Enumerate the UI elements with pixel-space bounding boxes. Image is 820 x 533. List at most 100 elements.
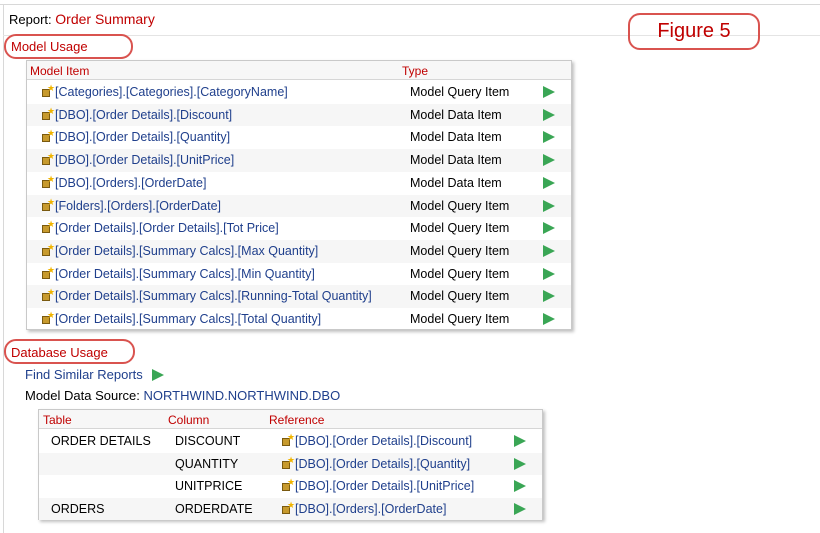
model-item-icon: ★: [41, 197, 55, 212]
find-similar-reports-link[interactable]: Find Similar Reports: [25, 367, 164, 382]
model-item-icon-star: ★: [47, 264, 56, 275]
model-usage-title: Model Usage: [11, 39, 88, 54]
model-item-link[interactable]: [Folders].[Orders].[OrderDate]: [55, 199, 221, 213]
run-arrow-icon[interactable]: [152, 369, 164, 381]
model-usage-row: ★ [DBO].[Order Details].[Quantity] Model D…: [27, 126, 571, 149]
model-item-link[interactable]: [Order Details].[Summary Calcs].[Running…: [55, 289, 372, 303]
model-item-link[interactable]: [Order Details].[Summary Calcs].[Min Qua…: [55, 267, 315, 281]
model-usage-row: ★ [Order Details].[Summary Calcs].[Total …: [27, 308, 571, 331]
model-usage-header: Model Item Type: [27, 61, 571, 80]
model-item-icon: ★: [281, 500, 295, 515]
reference-link[interactable]: [DBO].[Orders].[OrderDate]: [295, 502, 446, 516]
model-item-cell[interactable]: ★ [Order Details].[Summary Calcs].[Min Qu…: [41, 264, 315, 281]
model-item-link[interactable]: [DBO].[Order Details].[Quantity]: [55, 130, 230, 144]
col-header-reference: Reference: [269, 413, 325, 427]
run-arrow-icon[interactable]: [543, 154, 555, 167]
model-type-cell: Model Query Item: [410, 221, 510, 236]
model-item-icon-star: ★: [47, 241, 56, 252]
reference-cell[interactable]: ★ [DBO].[Order Details].[Quantity]: [281, 455, 470, 471]
model-item-link[interactable]: [Order Details].[Order Details].[Tot Pri…: [55, 221, 279, 235]
model-item-icon: ★: [41, 287, 56, 302]
model-usage-row: ★ [Order Details].[Summary Calcs].[Max Qu…: [27, 239, 571, 263]
model-item-icon: ★: [281, 455, 295, 470]
model-item-cell[interactable]: ★ [DBO].[Order Details].[UnitPrice]: [41, 151, 234, 167]
model-item-icon: ★: [41, 128, 56, 143]
model-item-icon-star: ★: [47, 219, 56, 230]
model-item-icon: ★: [41, 151, 55, 166]
database-usage-table: Table Column Reference ORDER DETAILS DISC…: [38, 409, 543, 521]
frame-left-border: [3, 4, 4, 533]
model-usage-row: ★ [Order Details].[Summary Calcs].[Min Qu…: [27, 263, 571, 286]
database-usage-row: ORDERS ORDERDATE ★ [DBO].[Orders].[OrderDat…: [39, 497, 542, 521]
run-arrow-icon[interactable]: [514, 435, 526, 447]
model-type-cell: Model Query Item: [410, 266, 510, 281]
reference-cell[interactable]: ★ [DBO].[Order Details].[Discount]: [281, 432, 472, 448]
model-item-icon-star: ★: [287, 477, 296, 487]
database-usage-row: ORDER DETAILS DISCOUNT ★ [DBO].[Order Detai…: [39, 430, 542, 453]
run-arrow-icon[interactable]: [543, 290, 555, 303]
model-item-icon-star: ★: [47, 105, 56, 116]
run-arrow-icon[interactable]: [514, 457, 526, 470]
reference-link[interactable]: [DBO].[Order Details].[Discount]: [295, 434, 472, 448]
model-item-link[interactable]: [Order Details].[Summary Calcs].[Total Q…: [55, 312, 321, 326]
model-data-source-label: Model Data Source:: [25, 388, 140, 403]
model-item-icon: ★: [41, 83, 55, 98]
model-item-icon: ★: [41, 310, 55, 325]
col-header-table: Table: [43, 413, 72, 427]
model-item-link[interactable]: [DBO].[Order Details].[Discount]: [55, 108, 232, 122]
reference-cell[interactable]: ★ [DBO].[Order Details].[UnitPrice]: [281, 477, 474, 493]
model-item-icon-star: ★: [47, 287, 56, 298]
database-usage-title: Database Usage: [11, 345, 108, 360]
model-item-icon: ★: [41, 241, 56, 257]
run-arrow-icon[interactable]: [543, 222, 555, 235]
model-type-cell: Model Query Item: [410, 289, 510, 304]
col-header-column: Column: [168, 413, 210, 427]
run-arrow-icon[interactable]: [543, 176, 555, 189]
model-item-cell[interactable]: ★ [Order Details].[Summary Calcs].[Total …: [41, 310, 321, 326]
run-arrow-icon[interactable]: [543, 313, 555, 325]
model-item-cell[interactable]: ★ [DBO].[Orders].[OrderDate]: [41, 173, 206, 190]
model-item-link[interactable]: [Order Details].[Summary Calcs].[Max Qua…: [55, 244, 318, 258]
report-name: Order Summary: [55, 11, 155, 27]
run-arrow-icon[interactable]: [514, 480, 526, 492]
col-header-type: Type: [402, 64, 429, 78]
model-data-source-value[interactable]: NORTHWIND.NORTHWIND.DBO: [144, 388, 341, 403]
model-item-icon: ★: [41, 105, 56, 121]
figure-label: Figure 5: [628, 13, 760, 50]
model-item-icon: ★: [281, 477, 296, 492]
model-type-cell: Model Query Item: [410, 243, 510, 258]
run-arrow-icon[interactable]: [543, 267, 555, 280]
model-item-link[interactable]: [DBO].[Orders].[OrderDate]: [55, 176, 206, 190]
run-arrow-icon[interactable]: [514, 502, 526, 515]
model-item-cell[interactable]: ★ [Order Details].[Summary Calcs].[Max Qu…: [41, 241, 318, 258]
model-item-icon-star: ★: [47, 128, 56, 139]
model-item-cell[interactable]: ★ [Order Details].[Summary Calcs].[Runnin…: [41, 287, 372, 303]
model-item-cell[interactable]: ★ [Order Details].[Order Details].[Tot Pr…: [41, 219, 279, 235]
model-type-cell: Model Data Item: [410, 175, 502, 190]
model-item-cell[interactable]: ★ [Folders].[Orders].[OrderDate]: [41, 197, 221, 213]
reference-link[interactable]: [DBO].[Order Details].[Quantity]: [295, 457, 470, 471]
model-type-cell: Model Data Item: [410, 107, 502, 122]
model-usage-row: ★ [Order Details].[Order Details].[Tot Pr…: [27, 217, 571, 240]
model-item-icon-star: ★: [287, 432, 296, 442]
model-usage-row: ★ [DBO].[Orders].[OrderDate] Model Data It…: [27, 172, 571, 195]
model-usage-row: ★ [Folders].[Orders].[OrderDate] Model Que…: [27, 194, 571, 218]
reference-link[interactable]: [DBO].[Order Details].[UnitPrice]: [295, 479, 474, 493]
model-item-link[interactable]: [Categories].[Categories].[CategoryName]: [55, 85, 288, 99]
model-item-cell[interactable]: ★ [DBO].[Order Details].[Discount]: [41, 105, 232, 122]
run-arrow-icon[interactable]: [543, 244, 555, 257]
find-similar-reports-label[interactable]: Find Similar Reports: [25, 367, 143, 382]
model-item-icon: ★: [41, 219, 56, 234]
run-arrow-icon[interactable]: [543, 108, 555, 121]
reference-cell[interactable]: ★ [DBO].[Orders].[OrderDate]: [281, 500, 446, 516]
run-arrow-icon[interactable]: [543, 86, 555, 98]
model-item-icon-star: ★: [47, 173, 56, 184]
model-usage-row: ★ [Categories].[Categories].[CategoryName…: [27, 81, 571, 104]
model-item-cell[interactable]: ★ [DBO].[Order Details].[Quantity]: [41, 128, 230, 144]
model-item-cell[interactable]: ★ [Categories].[Categories].[CategoryName…: [41, 83, 288, 99]
model-item-link[interactable]: [DBO].[Order Details].[UnitPrice]: [55, 153, 234, 167]
model-item-icon: ★: [281, 432, 296, 447]
run-arrow-icon[interactable]: [543, 131, 555, 144]
model-data-source-line: Model Data Source: NORTHWIND.NORTHWIND.D…: [25, 388, 340, 403]
run-arrow-icon[interactable]: [543, 199, 555, 212]
